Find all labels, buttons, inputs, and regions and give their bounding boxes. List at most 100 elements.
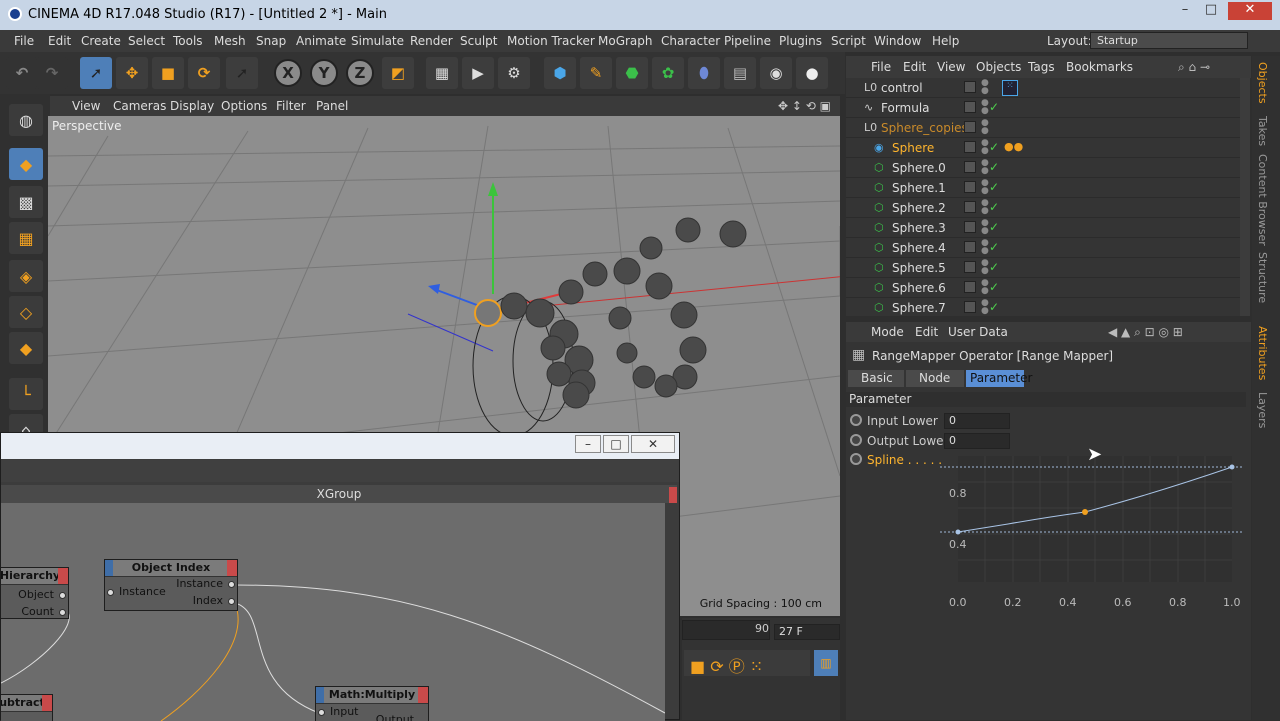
visibility-dots-icon[interactable]: ● ●: [981, 159, 989, 176]
polygons-mode-icon[interactable]: ◆: [9, 332, 43, 364]
side-tab-structure[interactable]: Structure: [1256, 252, 1269, 303]
object-row[interactable]: ⬡ Sphere.6 ● ● ✓: [846, 278, 1240, 298]
viewport-menu-filter[interactable]: Filter: [276, 99, 306, 113]
obj-menu-objects[interactable]: Objects: [976, 60, 1021, 74]
menu-character[interactable]: Character: [661, 34, 720, 48]
menu-mesh[interactable]: Mesh: [214, 34, 246, 48]
object-index-in-port-dot[interactable]: [107, 589, 114, 596]
menu-tools[interactable]: Tools: [173, 34, 203, 48]
obj-menu-view[interactable]: View: [937, 60, 965, 74]
object-index-index-out-dot[interactable]: [228, 598, 235, 605]
menu-script[interactable]: Script: [831, 34, 866, 48]
menu-help[interactable]: Help: [932, 34, 959, 48]
current-frame-field[interactable]: 27 F: [774, 624, 840, 640]
live-selection-icon[interactable]: ➚: [80, 57, 112, 89]
side-tab-objects[interactable]: Objects: [1256, 62, 1269, 104]
viewport-nav-icons[interactable]: ✥ ↕ ⟲ ▣: [778, 99, 831, 113]
side-tab-content-browser[interactable]: Content Browser: [1256, 154, 1269, 246]
object-row[interactable]: ⬡ Sphere.3 ● ● ✓: [846, 218, 1240, 238]
xpresso-canvas[interactable]: Hierarchy Object Count Object Index Inst…: [1, 503, 665, 721]
object-index-instance-out-dot[interactable]: [228, 581, 235, 588]
viewport-menu-view[interactable]: View: [72, 99, 100, 113]
math-multiply-in-port-dot[interactable]: [318, 709, 325, 716]
visibility-dots-icon[interactable]: ● ●: [981, 99, 989, 116]
object-list-scrollbar[interactable]: [1240, 78, 1250, 316]
visibility-dots-icon[interactable]: ● ●: [981, 119, 989, 136]
material-tag-icon[interactable]: ●●: [1004, 140, 1023, 153]
redo-icon[interactable]: ↷: [36, 57, 68, 89]
close-button[interactable]: ✕: [1228, 2, 1272, 20]
maximize-button[interactable]: □: [1198, 2, 1224, 20]
input-lower-animate-icon[interactable]: [850, 414, 862, 426]
visibility-dots-icon[interactable]: ● ●: [981, 299, 989, 316]
hierarchy-object-port-dot[interactable]: [59, 592, 66, 599]
enabled-check-icon[interactable]: ✓: [989, 280, 999, 294]
attr-menu-mode[interactable]: Mode: [871, 325, 904, 339]
coordinate-system-icon[interactable]: ◩: [382, 57, 414, 89]
xpresso-scrollbar[interactable]: [665, 503, 679, 719]
light-icon[interactable]: ●: [796, 57, 828, 89]
render-picture-viewer-icon[interactable]: ▶: [462, 57, 494, 89]
attr-menu-edit[interactable]: Edit: [915, 325, 938, 339]
points-mode-icon[interactable]: ◈: [9, 260, 43, 292]
visibility-dots-icon[interactable]: ● ●: [981, 179, 989, 196]
side-tab-takes[interactable]: Takes: [1256, 116, 1269, 146]
menu-motion-tracker[interactable]: Motion Tracker: [507, 34, 595, 48]
menu-render[interactable]: Render: [410, 34, 453, 48]
side-tab-layers[interactable]: Layers: [1256, 392, 1269, 428]
xpresso-tag-icon[interactable]: ⁙: [1002, 80, 1018, 96]
viewport-menu-cameras[interactable]: Cameras: [113, 99, 166, 113]
enabled-check-icon[interactable]: ✓: [989, 160, 999, 174]
menu-simulate[interactable]: Simulate: [351, 34, 404, 48]
object-row[interactable]: ∿ Formula ● ● ✓: [846, 98, 1240, 118]
menu-select[interactable]: Select: [128, 34, 165, 48]
visibility-dots-icon[interactable]: ● ●: [981, 259, 989, 276]
xpresso-maximize-button[interactable]: □: [603, 435, 629, 453]
tab-node[interactable]: Node: [906, 370, 964, 387]
enabled-check-icon[interactable]: ✓: [989, 240, 999, 254]
visibility-dots-icon[interactable]: ● ●: [981, 239, 989, 256]
film-icon[interactable]: ▥: [814, 650, 838, 676]
layer-icon[interactable]: [964, 81, 976, 93]
object-row[interactable]: ⬡ Sphere.0 ● ● ✓: [846, 158, 1240, 178]
axis-mode-icon[interactable]: └: [9, 378, 43, 410]
menu-mograph[interactable]: MoGraph: [598, 34, 653, 48]
record-icons[interactable]: ■ ⟳ Ⓟ ⁙: [690, 653, 763, 677]
obj-menu-file[interactable]: File: [871, 60, 891, 74]
menu-window[interactable]: Window: [874, 34, 921, 48]
pen-icon[interactable]: ✎: [580, 57, 612, 89]
visibility-dots-icon[interactable]: ● ●: [981, 219, 989, 236]
tab-parameter[interactable]: Parameter: [966, 370, 1032, 387]
recent-tool-icon[interactable]: ➚: [226, 57, 258, 89]
menu-pipeline[interactable]: Pipeline: [724, 34, 771, 48]
enabled-check-icon[interactable]: ✓: [989, 220, 999, 234]
layer-icon[interactable]: [964, 261, 976, 273]
model-mode-icon[interactable]: ◆: [9, 148, 43, 180]
menu-snap[interactable]: Snap: [256, 34, 286, 48]
render-view-icon[interactable]: ▦: [426, 57, 458, 89]
layer-icon[interactable]: [964, 181, 976, 193]
layout-select[interactable]: Startup: [1090, 32, 1248, 49]
obj-search-icon[interactable]: ⌕ ⌂ ⊸: [1178, 60, 1210, 75]
enabled-check-icon[interactable]: ✓: [989, 300, 999, 314]
hierarchy-node[interactable]: Hierarchy Object Count: [1, 567, 69, 619]
minimize-button[interactable]: –: [1172, 2, 1198, 20]
layer-icon[interactable]: [964, 101, 976, 113]
object-row[interactable]: ⬡ Sphere.1 ● ● ✓: [846, 178, 1240, 198]
object-row[interactable]: ⬡ Sphere.5 ● ● ✓: [846, 258, 1240, 278]
object-row[interactable]: ⬡ Sphere.4 ● ● ✓: [846, 238, 1240, 258]
enabled-check-icon[interactable]: ✓: [989, 200, 999, 214]
spline-animate-icon[interactable]: [850, 453, 862, 465]
xpresso-close-button[interactable]: ✕: [631, 435, 675, 453]
layer-icon[interactable]: [964, 121, 976, 133]
enabled-check-icon[interactable]: ✓: [989, 260, 999, 274]
object-index-node[interactable]: Object Index Instance Instance Index: [104, 559, 238, 611]
floor-icon[interactable]: ▤: [724, 57, 756, 89]
render-settings-icon[interactable]: ⚙: [498, 57, 530, 89]
layer-icon[interactable]: [964, 301, 976, 313]
enabled-check-icon[interactable]: ✓: [989, 140, 999, 154]
z-axis-lock-icon[interactable]: Z: [346, 59, 374, 87]
attr-menu-user-data[interactable]: User Data: [948, 325, 1008, 339]
menu-edit[interactable]: Edit: [48, 34, 71, 48]
math-multiply-node[interactable]: Math:Multiply Input Output: [315, 686, 429, 721]
